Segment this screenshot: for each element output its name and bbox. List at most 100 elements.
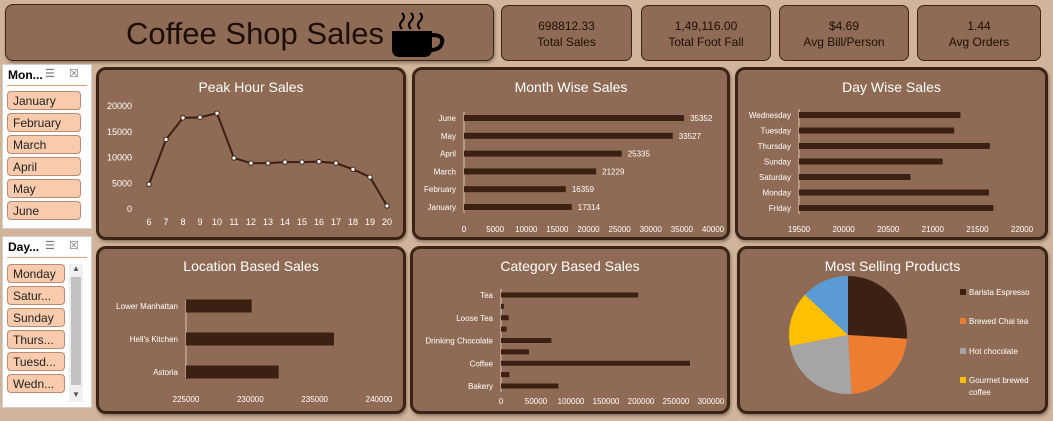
x-tick-label: 235000 [301,395,328,404]
x-tick-label: 25000 [609,225,632,234]
y-tick-label: 0 [127,204,132,214]
kpi-value: 698812.33 [538,19,595,33]
category-label: Loose Tea [456,314,493,323]
peak-hour-chart: 0 5000 10000 15000 20000 6 7 8 9 10 11 12 13 14 15 16 17… [107,101,392,227]
slicer-item-thursday[interactable]: Thurs... [7,330,65,349]
slicer-item-sunday[interactable]: Sunday [7,308,65,327]
category-label: Tea [480,291,493,300]
slicer-item-may[interactable]: May [7,179,81,198]
scroll-up-arrow[interactable]: ▲ [69,264,83,276]
category-label: Bakery [468,382,493,391]
kpi-label: Avg Orders [948,35,1010,49]
peak-hour-panel: Peak Hour Sales 0 5000 10000 15000 20000 6 7 8 9… [96,67,406,240]
data-point [248,160,254,166]
bar [464,204,572,210]
x-tick-label: 5000 [486,225,504,234]
bar [501,349,529,355]
x-tick-label: 7 [163,217,168,227]
x-tick-label: 12 [246,217,256,227]
x-tick-label: 20500 [877,225,900,234]
kpi-avg-bill: $4.69 Avg Bill/Person [779,5,909,61]
clear-filter-icon[interactable]: ☒ [69,68,83,81]
x-tick-label: 20 [382,217,392,227]
x-tick-label: 17 [331,217,341,227]
slicer-divider [7,85,87,86]
category-label: June [439,114,457,123]
products-panel: Most Selling Products Barista Espresso Br… [737,246,1048,414]
bar [799,112,961,118]
bar [186,332,334,346]
bar [186,299,252,313]
slicer-item-saturday[interactable]: Satur... [7,286,65,305]
x-tick-label: 8 [180,217,185,227]
x-tick-label: 300000 [698,397,725,406]
legend-label: Brewed Chai tea [969,317,1029,326]
x-tick-label: 225000 [173,395,200,404]
data-point [231,155,237,161]
x-tick-label: 250000 [663,397,690,406]
slicer-item-january[interactable]: January [7,91,81,110]
data-point [265,160,271,166]
slicer-scrollbar[interactable]: ▲ ▼ [69,264,83,402]
y-tick-label: 20000 [107,101,132,111]
data-point [316,158,322,165]
series-line [148,112,388,207]
data-point [197,114,203,121]
month-slicer[interactable]: Mon... ☰ ☒ January February March April … [2,64,92,229]
slicer-item-april[interactable]: April [7,157,81,176]
category-label: Saturday [759,173,791,182]
bar [799,189,989,196]
x-tick-label: 14 [280,217,290,227]
clear-filter-icon[interactable]: ☒ [69,240,83,253]
x-tick-label: 35000 [671,225,694,234]
data-label: 17314 [578,203,601,212]
data-point [214,110,220,116]
slicer-item-tuesday[interactable]: Tuesd... [7,352,65,371]
category-label: Thursday [758,142,791,151]
multi-select-icon[interactable]: ☰ [45,240,59,253]
slicer-item-monday[interactable]: Monday [7,264,65,283]
slicer-item-june[interactable]: June [7,201,81,220]
x-tick-label: 20000 [832,225,855,234]
category-label: Wednesday [749,111,791,120]
kpi-value: 1.44 [967,19,991,33]
bar [501,303,504,309]
kpi-value: 1,49,116.00 [674,19,738,33]
data-point [367,174,373,180]
slicer-divider [7,257,87,258]
data-point [180,115,186,121]
x-tick-label: 0 [462,225,467,234]
category-label: Sunday [764,158,791,167]
x-tick-label: 16 [314,217,324,227]
scroll-thumb[interactable] [71,277,81,385]
slicer-item-february[interactable]: February [7,113,81,132]
slicer-item-wednesday[interactable]: Wedn... [7,374,65,393]
day-slicer[interactable]: Day... ☰ ☒ Monday Satur... Sunday Thurs.… [2,236,92,408]
x-tick-label: 240000 [366,395,393,404]
slicer-item-march[interactable]: March [7,135,81,154]
x-tick-label: 18 [348,217,358,227]
data-label: 25335 [628,150,651,159]
scroll-down-arrow[interactable]: ▼ [69,390,83,402]
legend-swatch [960,377,966,383]
bar [464,168,597,175]
category-label: Coffee [470,359,494,368]
multi-select-icon[interactable]: ☰ [45,68,59,81]
x-tick-label: 6 [146,217,151,227]
x-tick-label: 13 [263,217,273,227]
legend-swatch [960,318,966,324]
kpi-avg-orders: 1.44 Avg Orders [917,5,1041,61]
x-tick-label: 21000 [922,225,945,234]
x-tick-label: 230000 [237,395,264,404]
bar [501,383,559,389]
category-label: January [428,203,456,212]
bar [799,143,990,149]
x-tick-label: 21500 [966,225,989,234]
y-tick-label: 15000 [107,127,132,137]
bar [501,360,690,366]
data-label: 33527 [679,132,702,141]
bar [799,174,911,180]
kpi-value: $4.69 [828,19,860,33]
x-tick-label: 15000 [546,225,569,234]
category-panel: Category Based Sales Tea Loose Tea Drinkin… [410,246,730,414]
